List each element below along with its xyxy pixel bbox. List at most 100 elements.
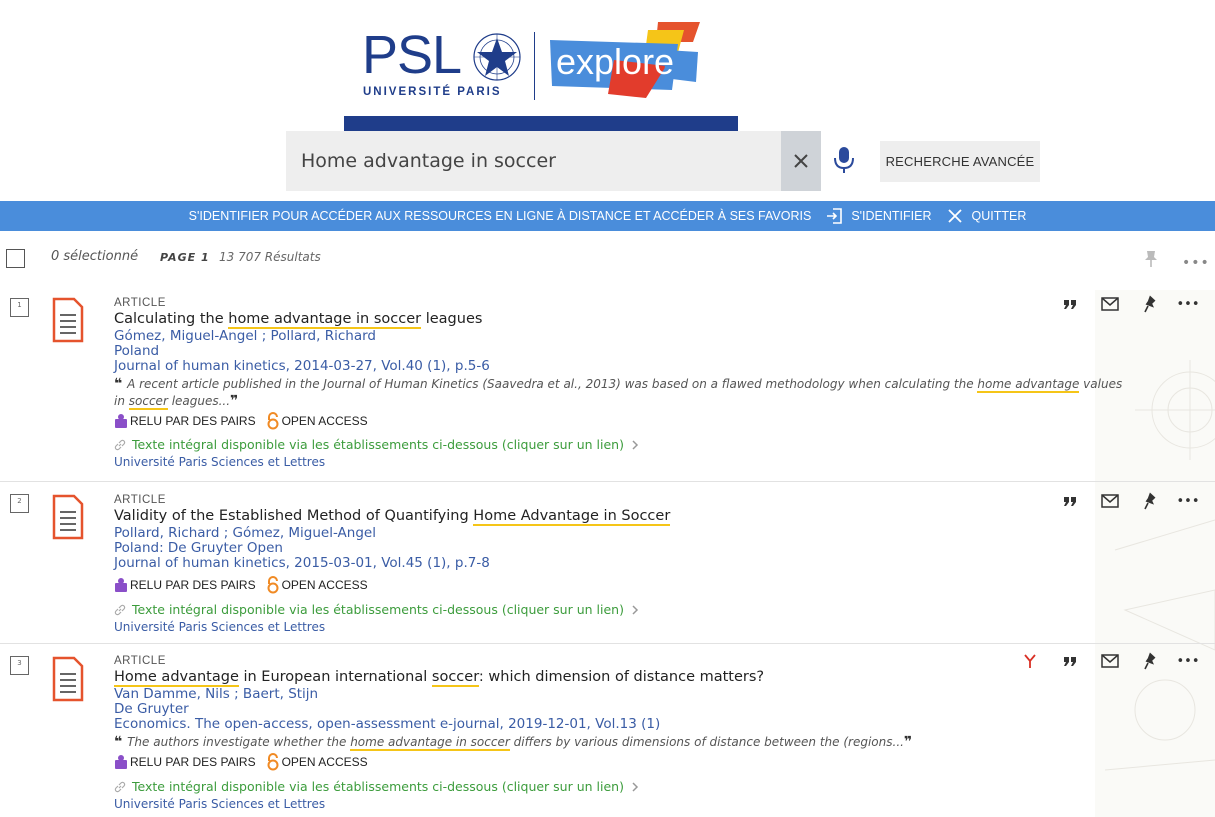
result-publisher: De Gruyter	[114, 701, 189, 717]
more-icon: •••	[1176, 653, 1200, 669]
result-type: ARTICLE	[114, 655, 166, 667]
more-button[interactable]: •••	[1177, 294, 1200, 314]
pin-icon[interactable]	[1143, 250, 1159, 268]
close-icon[interactable]	[945, 206, 965, 226]
title-part: Calculating the	[114, 311, 229, 327]
result-publisher: Poland: De Gruyter Open	[114, 540, 283, 556]
chevron-right-icon	[632, 781, 639, 792]
title-highlight: Home Advantage in Soccer	[473, 508, 671, 526]
select-all-checkbox[interactable]	[6, 249, 25, 268]
quote-icon: ❝	[114, 376, 128, 392]
banner-message: S'IDENTIFIER POUR ACCÉDER AUX RESSOURCES…	[188, 209, 812, 223]
peer-review-icon	[115, 578, 127, 592]
availability-text: Texte intégral disponible via les établi…	[132, 779, 624, 794]
advanced-search-button[interactable]: RECHERCHE AVANCÉE	[880, 141, 1040, 182]
result-checkbox[interactable]: 1	[10, 298, 29, 317]
link-icon	[114, 604, 126, 615]
cite-button[interactable]	[1060, 491, 1080, 511]
explore-logo-text: explore	[556, 41, 675, 82]
search-box	[286, 131, 821, 191]
title-part: Validity of the Established Method of Qu…	[114, 508, 474, 524]
pin-icon	[1144, 295, 1156, 313]
title-part: in European international	[238, 669, 432, 685]
snippet-part: differs by various dimensions of distanc…	[509, 735, 904, 749]
result-title[interactable]: Validity of the Established Method of Qu…	[114, 507, 1124, 526]
result-item: 3 ARTICLE Home advantage in European int…	[0, 645, 1215, 817]
pin-button[interactable]	[1140, 651, 1160, 671]
availability-text: Texte intégral disponible via les établi…	[132, 602, 624, 617]
microphone-icon[interactable]	[833, 146, 855, 174]
result-authors[interactable]: Van Damme, Nils ; Baert, Stijn	[114, 687, 1124, 702]
result-source: Journal of human kinetics, 2014-03-27, V…	[114, 358, 490, 374]
result-title[interactable]: Home advantage in European international…	[114, 668, 1124, 687]
pin-icon	[1144, 652, 1156, 670]
close-icon	[794, 154, 808, 168]
cite-button[interactable]	[1060, 651, 1080, 671]
availability-link[interactable]: Texte intégral disponible via les établi…	[114, 437, 1124, 452]
snippet-part: leagues...	[167, 394, 231, 408]
institution-link[interactable]: Université Paris Sciences et Lettres	[114, 455, 1124, 469]
email-button[interactable]	[1100, 651, 1120, 671]
quote-icon: ❝	[114, 734, 128, 750]
result-authors[interactable]: Gómez, Miguel-Angel ; Pollard, Richard	[114, 329, 1124, 344]
quote-icon	[1064, 497, 1076, 506]
link-icon	[114, 439, 126, 450]
citation-trail-button[interactable]	[1020, 651, 1040, 671]
result-publisher: Poland	[114, 343, 160, 359]
login-icon	[825, 206, 845, 226]
document-icon	[52, 494, 84, 540]
email-button[interactable]	[1100, 491, 1120, 511]
institution-link[interactable]: Université Paris Sciences et Lettres	[114, 620, 1124, 634]
title-highlight: home advantage in soccer	[228, 311, 422, 329]
peer-review-icon	[115, 414, 127, 428]
open-access-badge: OPEN ACCESS	[281, 755, 368, 769]
availability-link[interactable]: Texte intégral disponible via les établi…	[114, 779, 1124, 794]
link-icon	[114, 781, 126, 792]
availability-text: Texte intégral disponible via les établi…	[132, 437, 624, 452]
result-title[interactable]: Calculating the home advantage in soccer…	[114, 310, 1124, 329]
result-authors[interactable]: Pollard, Richard ; Gómez, Miguel-Angel	[114, 526, 1124, 541]
open-lock-icon	[267, 576, 279, 594]
more-icon[interactable]: •••	[1182, 255, 1210, 271]
login-link[interactable]: S'IDENTIFIER	[851, 209, 931, 223]
more-button[interactable]: •••	[1177, 491, 1200, 511]
quote-icon: ❞	[903, 734, 913, 750]
quote-icon	[1064, 300, 1076, 309]
result-checkbox[interactable]: 3	[10, 656, 29, 675]
institution-link[interactable]: Université Paris Sciences et Lettres	[114, 797, 1124, 811]
search-clear-button[interactable]	[781, 131, 821, 191]
snippet-part: A recent article published in the Journa…	[127, 377, 978, 391]
snippet-highlight: soccer	[128, 394, 168, 410]
result-item: 2 ARTICLE Validity of the Established Me…	[0, 483, 1215, 644]
email-icon	[1101, 654, 1119, 668]
result-checkbox[interactable]: 2	[10, 494, 29, 513]
quote-icon	[1064, 657, 1076, 666]
citation-trail-icon	[1024, 654, 1036, 668]
logo-divider	[534, 32, 535, 100]
open-access-badge: OPEN ACCESS	[281, 414, 368, 428]
psl-logo-text: PSL	[362, 25, 462, 85]
title-part: leagues	[421, 311, 483, 327]
document-icon	[52, 297, 84, 343]
pin-icon	[1144, 492, 1156, 510]
result-source: Journal of human kinetics, 2015-03-01, V…	[114, 555, 490, 571]
result-item: 1 ARTICLE Calculating the home advantage…	[0, 290, 1215, 482]
snippet-highlight: home advantage in soccer	[350, 735, 510, 751]
pin-button[interactable]	[1140, 491, 1160, 511]
title-part: : which dimension of distance matters?	[478, 669, 765, 685]
title-highlight: Home advantage	[114, 669, 239, 687]
more-button[interactable]: •••	[1176, 651, 1200, 671]
results-toolbar: 0 sélectionné PAGE 1 13 707 Résultats ••…	[0, 240, 1215, 280]
search-input[interactable]	[286, 131, 781, 191]
email-button[interactable]	[1100, 294, 1120, 314]
pin-button[interactable]	[1140, 294, 1160, 314]
document-icon	[52, 656, 84, 702]
result-type: ARTICLE	[114, 494, 166, 506]
peer-review-icon	[115, 755, 127, 769]
cite-button[interactable]	[1060, 294, 1080, 314]
chevron-right-icon	[632, 439, 639, 450]
quit-link[interactable]: QUITTER	[971, 209, 1026, 223]
availability-link[interactable]: Texte intégral disponible via les établi…	[114, 602, 1124, 617]
selected-count: 0 sélectionné	[51, 249, 139, 264]
snippet-part: The authors investigate whether the	[127, 735, 351, 749]
